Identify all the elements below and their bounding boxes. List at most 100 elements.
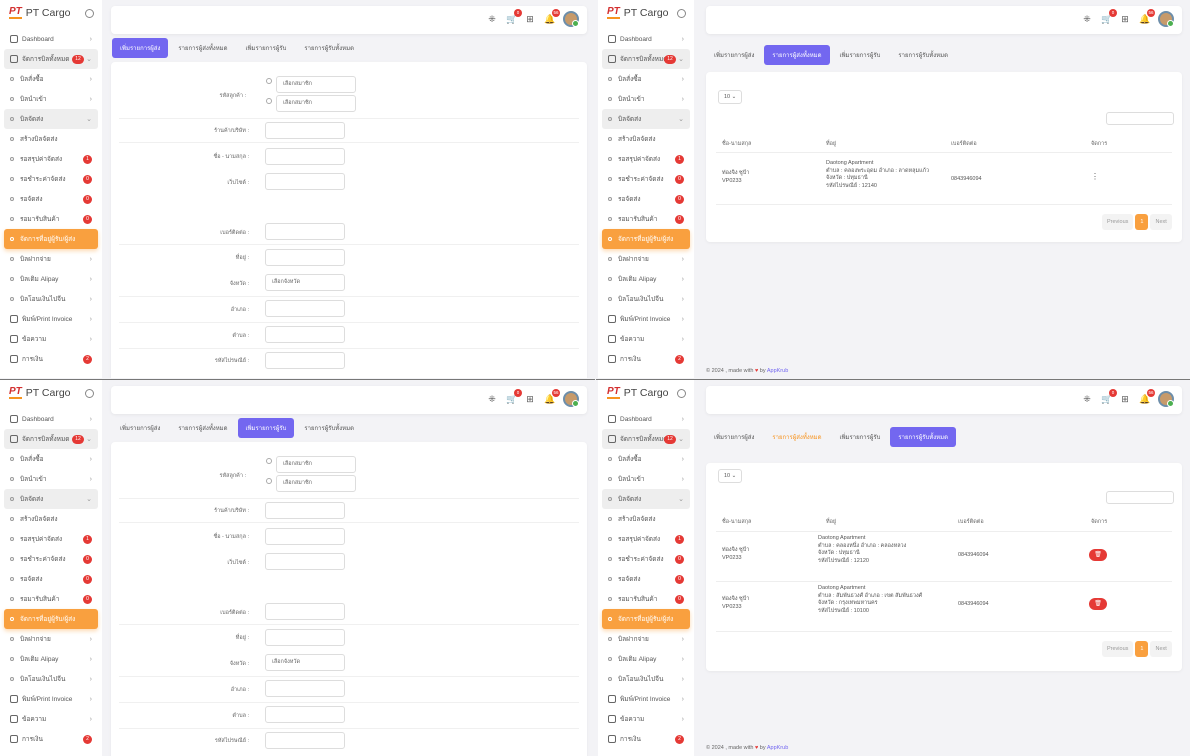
- logo[interactable]: PT PT Cargo: [598, 0, 694, 26]
- sidebar-item-2[interactable]: บิลสั่งซื้อ ›: [4, 69, 98, 89]
- col-phone[interactable]: เบอร์ติดต่อ: [951, 140, 977, 148]
- sidebar-item-12[interactable]: บิลเติม Alipay ›: [602, 269, 690, 289]
- cart-icon[interactable]: 🛒 0: [1101, 9, 1117, 24]
- sidebar-item-15[interactable]: ข้อความ ›: [4, 329, 98, 349]
- sidebar-item-8[interactable]: รอจัดส่ง 0: [602, 569, 690, 589]
- tab-0[interactable]: เพิ่มรายการผู้ส่ง: [706, 427, 762, 447]
- member-radio-1[interactable]: [266, 458, 272, 464]
- sidebar-item-9[interactable]: รอมารับสินค้า 0: [4, 209, 98, 229]
- prev-button[interactable]: Previous: [1102, 214, 1134, 230]
- tab-2[interactable]: เพิ่มรายการผู้รับ: [238, 38, 295, 58]
- col-address[interactable]: ที่อยู่: [826, 140, 836, 148]
- sidebar-item-14[interactable]: พิมพ์/Print Invoice ›: [4, 309, 98, 329]
- tab-2[interactable]: เพิ่มรายการผู้รับ: [832, 45, 889, 65]
- sidebar-item-12[interactable]: บิลเติม Alipay ›: [4, 269, 98, 289]
- sidebar-item-2[interactable]: บิลสั่งซื้อ ›: [602, 449, 690, 469]
- sidebar-item-4[interactable]: บิลจัดส่ง ⌄: [602, 489, 690, 509]
- sidebar-item-6[interactable]: รอสรุปค่าจัดส่ง 1: [4, 149, 98, 169]
- member-radio-2[interactable]: [266, 478, 272, 484]
- delete-button[interactable]: 🗑: [1089, 549, 1107, 561]
- apps-icon[interactable]: ⊞: [1120, 394, 1130, 404]
- tab-2[interactable]: เพิ่มรายการผู้รับ: [237, 418, 295, 438]
- sidebar-item-6[interactable]: รอสรุปค่าจัดส่ง 1: [4, 529, 98, 549]
- member-radio-1[interactable]: [266, 78, 272, 84]
- tab-2[interactable]: เพิ่มรายการผู้รับ: [832, 427, 889, 447]
- website-input[interactable]: [265, 553, 345, 570]
- page-size-select[interactable]: 10 ⌄: [718, 469, 743, 483]
- website-input[interactable]: [265, 173, 345, 190]
- next-button[interactable]: Next: [1150, 641, 1172, 657]
- phone-input[interactable]: [265, 603, 345, 620]
- expand-icon[interactable]: ⁜: [487, 394, 497, 404]
- page-1-button[interactable]: 1: [1135, 641, 1149, 657]
- tab-3[interactable]: รายการผู้รับทั้งหมด: [890, 45, 956, 65]
- sidebar-item-9[interactable]: รอมารับสินค้า 0: [602, 589, 690, 609]
- sidebar-item-9[interactable]: รอมารับสินค้า 0: [4, 589, 98, 609]
- cart-icon[interactable]: 🛒 0: [1101, 389, 1117, 404]
- shop-input[interactable]: [265, 122, 345, 139]
- tab-1[interactable]: รายการผู้ส่งทั้งหมด: [170, 38, 235, 58]
- sidebar-item-10[interactable]: จัดการที่อยู่ผู้รับ/ผู้ส่ง: [4, 609, 98, 629]
- bell-icon[interactable]: 🔔 56: [544, 389, 560, 404]
- sidebar-item-14[interactable]: พิมพ์/Print Invoice ›: [4, 689, 98, 709]
- col-address[interactable]: ที่อยู่: [826, 518, 836, 526]
- sidebar-item-0[interactable]: Dashboard ›: [602, 409, 690, 429]
- sidebar-item-11[interactable]: บิลฝากจ่าย ›: [602, 249, 690, 269]
- tab-3[interactable]: รายการผู้รับทั้งหมด: [296, 418, 362, 438]
- col-phone[interactable]: เบอร์ติดต่อ: [958, 518, 984, 526]
- sidebar-item-15[interactable]: ข้อความ ›: [4, 709, 98, 729]
- zip-input[interactable]: [265, 352, 345, 369]
- member-select-2[interactable]: เลือกสมาชิก: [276, 95, 356, 112]
- expand-icon[interactable]: ⁜: [1082, 14, 1092, 24]
- sidebar-item-3[interactable]: บิลนำเข้า ›: [4, 469, 98, 489]
- sidebar-item-12[interactable]: บิลเติม Alipay ›: [4, 649, 98, 669]
- tab-3[interactable]: รายการผู้รับทั้งหมด: [296, 38, 362, 58]
- bell-icon[interactable]: 🔔 56: [1139, 389, 1155, 404]
- next-button[interactable]: Next: [1150, 214, 1172, 230]
- tab-1[interactable]: รายการผู้ส่งทั้งหมด: [764, 427, 829, 447]
- cart-icon[interactable]: 🛒 0: [506, 389, 522, 404]
- page-1-button[interactable]: 1: [1135, 214, 1149, 230]
- logo[interactable]: PT PT Cargo: [598, 380, 694, 406]
- col-name[interactable]: ชื่อ-นามสกุล: [722, 140, 751, 148]
- member-select-2[interactable]: เลือกสมาชิก: [276, 475, 356, 492]
- member-select-1[interactable]: เลือกสมาชิก: [276, 76, 356, 93]
- sidebar-item-16[interactable]: การเงิน 2: [602, 349, 690, 369]
- search-input[interactable]: [1106, 112, 1174, 125]
- sidebar-toggle-icon[interactable]: [677, 8, 686, 18]
- district-select[interactable]: [265, 300, 345, 317]
- footer-link[interactable]: AppKrub: [767, 745, 788, 751]
- more-actions-icon[interactable]: ⋮: [1091, 172, 1099, 181]
- sidebar-toggle-icon[interactable]: [677, 388, 686, 398]
- sidebar-item-0[interactable]: Dashboard ›: [602, 29, 690, 49]
- province-select[interactable]: เลือกจังหวัด: [265, 274, 345, 291]
- district-select[interactable]: [265, 680, 345, 697]
- sidebar-item-0[interactable]: Dashboard ›: [4, 409, 98, 429]
- sidebar-item-5[interactable]: สร้างบิลจัดส่ง: [4, 129, 98, 149]
- address-input[interactable]: [265, 249, 345, 266]
- avatar[interactable]: [563, 391, 579, 407]
- bell-icon[interactable]: 🔔 56: [544, 9, 560, 24]
- bell-icon[interactable]: 🔔 56: [1139, 9, 1155, 24]
- sidebar-item-4[interactable]: บิลจัดส่ง ⌄: [4, 489, 98, 509]
- sidebar-item-7[interactable]: รอชำระค่าจัดส่ง 0: [4, 549, 98, 569]
- sidebar-item-4[interactable]: บิลจัดส่ง ⌄: [602, 109, 690, 129]
- sidebar-item-16[interactable]: การเงิน 2: [602, 729, 690, 749]
- apps-icon[interactable]: ⊞: [525, 394, 535, 404]
- member-select-1[interactable]: เลือกสมาชิก: [276, 456, 356, 473]
- tab-3[interactable]: รายการผู้รับทั้งหมด: [890, 427, 956, 447]
- sidebar-item-7[interactable]: รอชำระค่าจัดส่ง 0: [4, 169, 98, 189]
- sidebar-item-16[interactable]: การเงิน 2: [4, 349, 98, 369]
- sidebar-item-8[interactable]: รอจัดส่ง 0: [602, 189, 690, 209]
- footer-link[interactable]: AppKrub: [767, 368, 788, 374]
- sidebar-item-5[interactable]: สร้างบิลจัดส่ง: [602, 509, 690, 529]
- tab-0[interactable]: เพิ่มรายการผู้ส่ง: [706, 45, 762, 65]
- member-radio-2[interactable]: [266, 98, 272, 104]
- sidebar-item-3[interactable]: บิลนำเข้า ›: [602, 89, 690, 109]
- sidebar-item-4[interactable]: บิลจัดส่ง ⌄: [4, 109, 98, 129]
- sidebar-item-13[interactable]: บิลโอนเงินไปจีน ›: [602, 669, 690, 689]
- province-select[interactable]: เลือกจังหวัด: [265, 654, 345, 671]
- cart-icon[interactable]: 🛒 0: [506, 9, 522, 24]
- sidebar-item-7[interactable]: รอชำระค่าจัดส่ง 0: [602, 549, 690, 569]
- sidebar-item-11[interactable]: บิลฝากจ่าย ›: [4, 629, 98, 649]
